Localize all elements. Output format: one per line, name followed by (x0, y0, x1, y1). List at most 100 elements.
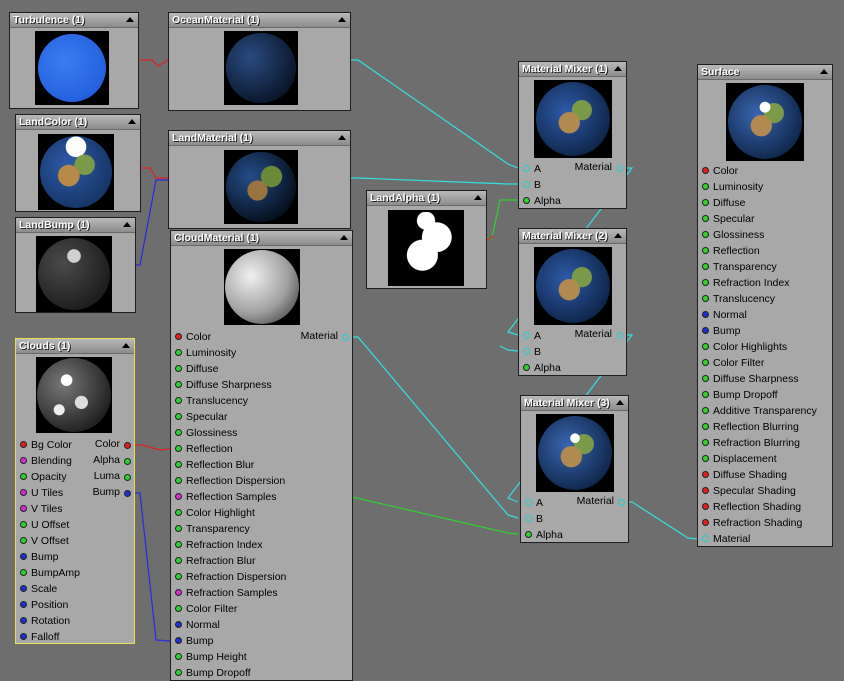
input-port-diffuse-shading[interactable]: Diffuse Shading (698, 467, 832, 483)
port-dot-icon[interactable] (20, 441, 27, 448)
input-port-bumpamp[interactable]: BumpAmp (16, 565, 134, 581)
input-port-displacement[interactable]: Displacement (698, 451, 832, 467)
port-dot-icon[interactable] (702, 503, 709, 510)
node-title[interactable]: Surface (698, 65, 832, 80)
port-dot-icon[interactable] (20, 457, 27, 464)
input-port-reflection-dispersion[interactable]: Reflection Dispersion (171, 473, 352, 489)
input-port-color-highlights[interactable]: Color Highlights (698, 339, 832, 355)
port-dot-icon[interactable] (175, 429, 182, 436)
port-dot-icon[interactable] (20, 473, 27, 480)
input-port-specular[interactable]: Specular (171, 409, 352, 425)
port-dot-icon[interactable] (702, 519, 709, 526)
node-material-mixer-2[interactable]: Material Mixer (2) A B Alpha Material (518, 228, 627, 376)
port-dot-icon[interactable] (702, 263, 709, 270)
port-dot-icon[interactable] (702, 167, 709, 174)
input-port-alpha[interactable]: Alpha (519, 193, 626, 209)
port-dot-icon[interactable] (523, 332, 530, 339)
node-title[interactable]: CloudMaterial (1) (171, 231, 352, 246)
port-dot-icon[interactable] (175, 413, 182, 420)
input-port-bump-dropoff[interactable]: Bump Dropoff (698, 387, 832, 403)
input-port-diffuse[interactable]: Diffuse (171, 361, 352, 377)
node-landbump[interactable]: LandBump (1) (15, 217, 136, 313)
port-dot-icon[interactable] (20, 489, 27, 496)
input-port-normal[interactable]: Normal (698, 307, 832, 323)
output-port-color[interactable] (124, 442, 131, 449)
input-port-specular[interactable]: Specular (698, 211, 832, 227)
input-port-reflection-shading[interactable]: Reflection Shading (698, 499, 832, 515)
collapse-arrow-icon[interactable] (123, 222, 131, 227)
port-dot-icon[interactable] (702, 535, 709, 542)
port-dot-icon[interactable] (20, 633, 27, 640)
input-port-color-filter[interactable]: Color Filter (698, 355, 832, 371)
node-landmaterial[interactable]: LandMaterial (1) (168, 130, 351, 229)
port-dot-icon[interactable] (702, 391, 709, 398)
port-dot-icon[interactable] (175, 381, 182, 388)
node-ocean-material[interactable]: OceanMaterial (1) (168, 12, 351, 111)
port-dot-icon[interactable] (525, 531, 532, 538)
port-dot-icon[interactable] (175, 525, 182, 532)
port-dot-icon[interactable] (702, 183, 709, 190)
node-title[interactable]: LandBump (1) (16, 218, 135, 233)
node-title[interactable]: LandMaterial (1) (169, 131, 350, 146)
input-port-additive-transparency[interactable]: Additive Transparency (698, 403, 832, 419)
port-dot-icon[interactable] (175, 557, 182, 564)
input-port-luminosity[interactable]: Luminosity (171, 345, 352, 361)
input-port-bump-height[interactable]: Bump Height (171, 649, 352, 665)
port-dot-icon[interactable] (20, 569, 27, 576)
input-port-bump[interactable]: Bump (171, 633, 352, 649)
input-port-refraction-blurring[interactable]: Refraction Blurring (698, 435, 832, 451)
input-port-u-offset[interactable]: U Offset (16, 517, 134, 533)
node-turbulence[interactable]: Turbulence (1) (9, 12, 139, 109)
port-dot-icon[interactable] (20, 537, 27, 544)
port-dot-icon[interactable] (702, 231, 709, 238)
input-port-v-offset[interactable]: V Offset (16, 533, 134, 549)
node-title[interactable]: Material Mixer (1) (519, 62, 626, 77)
input-port-b[interactable]: B (519, 344, 626, 360)
collapse-arrow-icon[interactable] (616, 400, 624, 405)
input-port-bump[interactable]: Bump (698, 323, 832, 339)
collapse-arrow-icon[interactable] (614, 233, 622, 238)
input-port-translucency[interactable]: Translucency (698, 291, 832, 307)
port-dot-icon[interactable] (702, 455, 709, 462)
input-port-normal[interactable]: Normal (171, 617, 352, 633)
input-port-refraction-blur[interactable]: Refraction Blur (171, 553, 352, 569)
node-surface[interactable]: Surface Color Luminosity Diffuse Specular Gl… (697, 64, 833, 547)
port-dot-icon[interactable] (175, 541, 182, 548)
input-port-v-tiles[interactable]: V Tiles (16, 501, 134, 517)
node-landalpha[interactable]: LandAlpha (1) (366, 190, 487, 289)
port-dot-icon[interactable] (702, 343, 709, 350)
port-dot-icon[interactable] (702, 247, 709, 254)
node-title[interactable]: LandColor (1) (16, 115, 140, 130)
input-port-transparency[interactable]: Transparency (698, 259, 832, 275)
input-port-color[interactable]: Color (698, 163, 832, 179)
port-dot-icon[interactable] (702, 295, 709, 302)
port-dot-icon[interactable] (525, 499, 532, 506)
input-port-refraction-index[interactable]: Refraction Index (698, 275, 832, 291)
port-dot-icon[interactable] (175, 653, 182, 660)
port-dot-icon[interactable] (523, 364, 530, 371)
input-port-glossiness[interactable]: Glossiness (171, 425, 352, 441)
port-dot-icon[interactable] (175, 605, 182, 612)
input-port-diffuse-sharpness[interactable]: Diffuse Sharpness (171, 377, 352, 393)
port-dot-icon[interactable] (702, 487, 709, 494)
input-port-scale[interactable]: Scale (16, 581, 134, 597)
port-dot-icon[interactable] (523, 181, 530, 188)
collapse-arrow-icon[interactable] (340, 235, 348, 240)
port-dot-icon[interactable] (20, 505, 27, 512)
port-dot-icon[interactable] (20, 553, 27, 560)
port-dot-icon[interactable] (702, 359, 709, 366)
port-dot-icon[interactable] (175, 397, 182, 404)
output-port-alpha[interactable] (124, 458, 131, 465)
input-port-color-filter[interactable]: Color Filter (171, 601, 352, 617)
node-title[interactable]: LandAlpha (1) (367, 191, 486, 206)
input-port-alpha[interactable]: Alpha (519, 360, 626, 376)
port-dot-icon[interactable] (175, 461, 182, 468)
port-dot-icon[interactable] (702, 375, 709, 382)
node-title[interactable]: Clouds (1) (16, 339, 134, 354)
collapse-arrow-icon[interactable] (128, 119, 136, 124)
node-title[interactable]: Material Mixer (2) (519, 229, 626, 244)
port-dot-icon[interactable] (20, 585, 27, 592)
input-port-specular-shading[interactable]: Specular Shading (698, 483, 832, 499)
port-dot-icon[interactable] (20, 521, 27, 528)
node-title[interactable]: Turbulence (1) (10, 13, 138, 28)
